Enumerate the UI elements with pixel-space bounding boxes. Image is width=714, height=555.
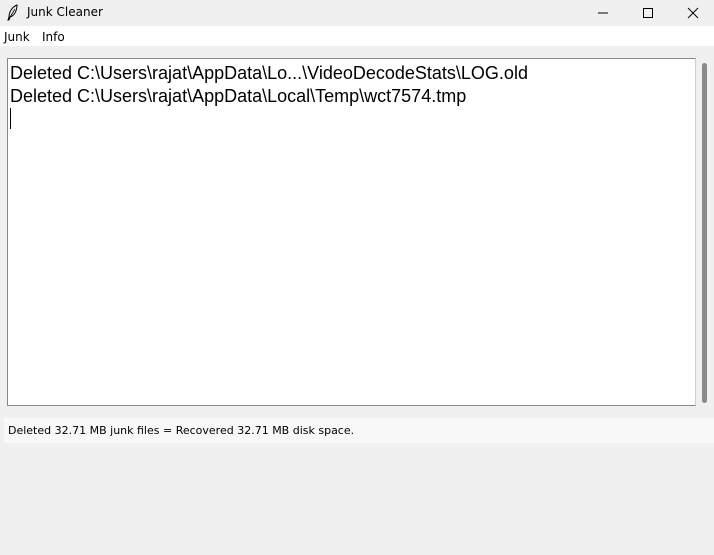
vertical-scrollbar[interactable]	[697, 58, 714, 406]
scrollbar-thumb[interactable]	[702, 63, 707, 403]
window-title: Junk Cleaner	[27, 5, 103, 19]
log-text-area[interactable]: Deleted C:\Users\rajat\AppData\Lo...\Vid…	[7, 58, 696, 406]
maximize-button[interactable]	[625, 0, 671, 26]
log-line: Deleted C:\Users\rajat\AppData\Local\Tem…	[10, 86, 467, 106]
text-caret	[10, 108, 11, 129]
title-bar: Junk Cleaner	[0, 0, 714, 26]
close-icon	[687, 4, 699, 23]
minimize-icon	[597, 4, 609, 23]
menu-info[interactable]: Info	[42, 30, 65, 44]
maximize-icon	[642, 4, 654, 23]
close-button[interactable]	[670, 0, 714, 26]
menu-junk[interactable]: Junk	[4, 30, 30, 44]
status-text: Deleted 32.71 MB junk files = Recovered …	[8, 424, 355, 437]
feather-icon	[6, 4, 20, 21]
minimize-button[interactable]	[580, 0, 626, 26]
log-line: Deleted C:\Users\rajat\AppData\Lo...\Vid…	[10, 63, 528, 83]
menu-bar: Junk Info	[0, 26, 714, 46]
status-bar: Deleted 32.71 MB junk files = Recovered …	[4, 418, 714, 443]
